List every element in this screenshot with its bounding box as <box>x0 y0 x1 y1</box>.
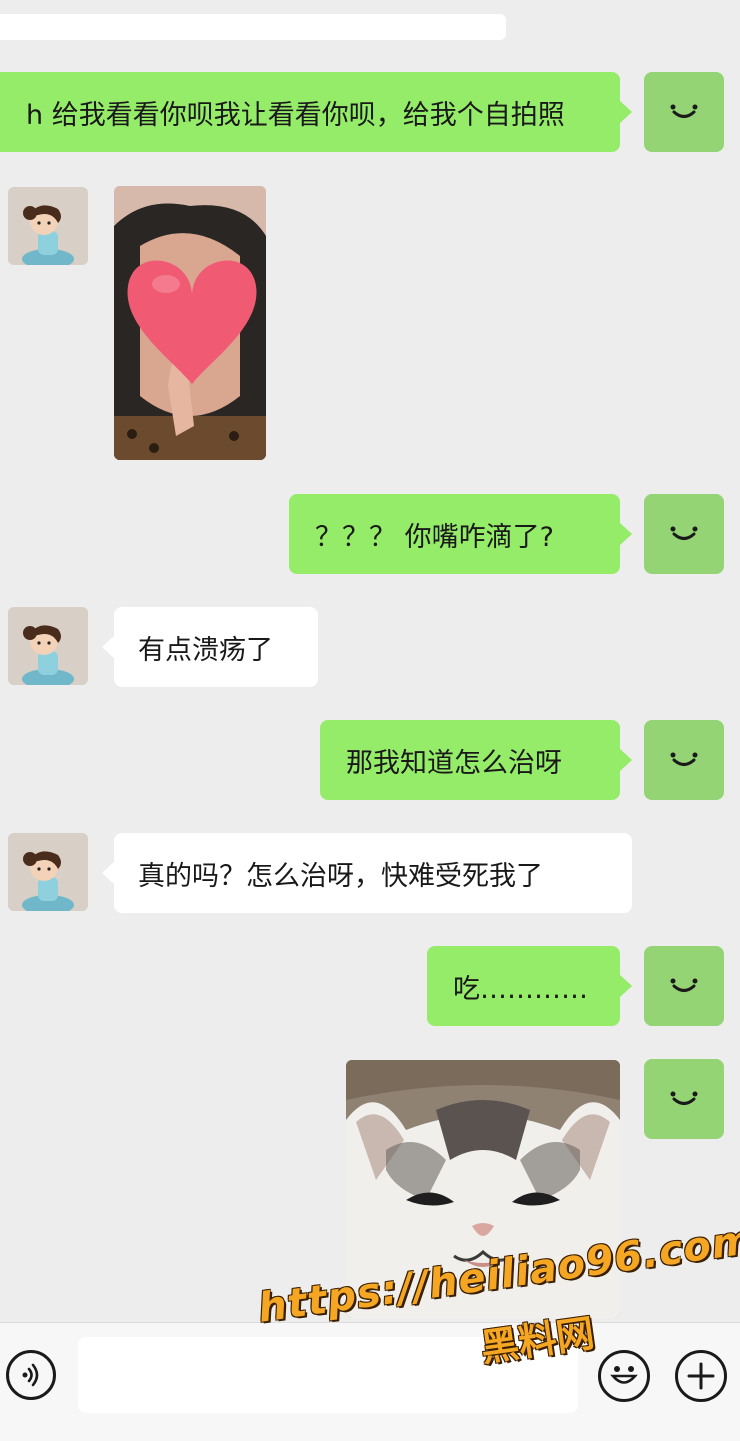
smirking-cat-icon <box>346 1060 620 1318</box>
heart-covered-selfie-image <box>114 186 266 460</box>
emoji-button[interactable] <box>598 1350 650 1402</box>
smile-icon <box>670 104 698 118</box>
my-avatar[interactable] <box>644 72 724 152</box>
message-text: h 给我看看你呗我让看看你呗，给我个自拍照 <box>26 99 565 131</box>
contact-avatar[interactable] <box>8 833 88 911</box>
message-text: 真的吗？怎么治呀，快难受死我了 <box>138 860 543 892</box>
message-text: 吃………… <box>453 973 588 1005</box>
message-bubble-outgoing[interactable]: h 给我看看你呗我让看看你呗，给我个自拍照 <box>0 72 632 152</box>
message-bubble-incoming[interactable]: 真的吗？怎么治呀，快难受死我了 <box>102 833 632 913</box>
voice-button[interactable] <box>6 1350 56 1400</box>
message-text: ？？？ 你嘴咋滴了? <box>315 521 554 553</box>
emoji-icon <box>610 1366 638 1384</box>
cartoon-girl-icon <box>8 607 88 685</box>
smile-icon <box>670 752 698 766</box>
message-text: 那我知道怎么治呀 <box>346 747 562 779</box>
my-avatar[interactable] <box>644 1059 724 1139</box>
top-status-bar <box>0 14 506 40</box>
message-bubble-outgoing[interactable]: 那我知道怎么治呀 <box>320 720 632 800</box>
more-options-button[interactable] <box>675 1350 727 1402</box>
smile-icon <box>670 978 698 992</box>
voice-icon <box>22 1363 39 1387</box>
contact-avatar[interactable] <box>8 607 88 685</box>
my-avatar[interactable] <box>644 720 724 800</box>
message-input[interactable] <box>78 1337 578 1413</box>
cartoon-girl-icon <box>8 833 88 911</box>
message-bubble-outgoing[interactable]: 吃………… <box>427 946 632 1026</box>
my-avatar[interactable] <box>644 946 724 1026</box>
cartoon-girl-icon <box>8 187 88 265</box>
cat-sticker-image[interactable] <box>346 1060 620 1318</box>
smile-icon <box>670 526 698 540</box>
selfie-photo[interactable] <box>114 186 266 460</box>
my-avatar[interactable] <box>644 494 724 574</box>
message-bubble-outgoing[interactable]: ？？？ 你嘴咋滴了? <box>289 494 632 574</box>
message-bubble-incoming[interactable]: 有点溃疡了 <box>102 607 318 687</box>
smile-icon <box>670 1091 698 1105</box>
plus-icon <box>687 1362 715 1390</box>
message-text: 有点溃疡了 <box>138 634 273 666</box>
contact-avatar[interactable] <box>8 187 88 265</box>
